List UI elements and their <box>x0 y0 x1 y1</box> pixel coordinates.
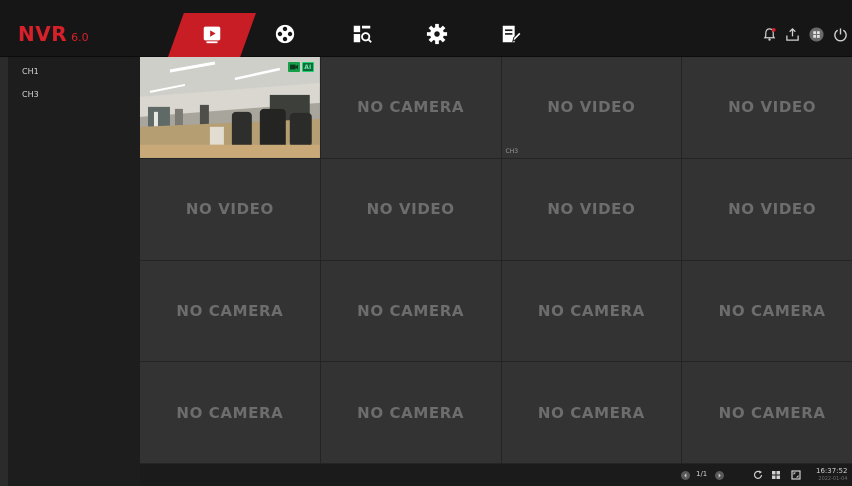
play-icon <box>203 26 221 44</box>
refresh-icon <box>753 470 762 479</box>
video-grid: AI NO CAMERA NO VIDEO CH3 NO VIDEO NO VI… <box>140 57 852 464</box>
video-cell-5[interactable]: NO VIDEO <box>140 158 321 261</box>
cell-status: NO CAMERA <box>176 403 284 422</box>
cell-status: NO VIDEO <box>547 200 636 219</box>
cell-status: NO CAMERA <box>357 98 465 117</box>
tab-settings[interactable] <box>425 22 449 46</box>
tab-live-view[interactable] <box>200 22 224 46</box>
video-cell-2[interactable]: NO CAMERA <box>320 57 502 159</box>
cell-status: NO VIDEO <box>366 200 455 219</box>
chevron-left-icon <box>684 473 687 478</box>
video-cell-live[interactable]: AI <box>140 57 321 159</box>
clock-date: 2022-01-04 <box>818 476 848 482</box>
channel-item-ch3[interactable]: CH3 <box>8 83 140 106</box>
alarm-button[interactable] <box>761 26 777 42</box>
gear-icon <box>426 23 448 45</box>
brand-version: 6.0 <box>71 31 89 44</box>
clock-time: 16:37:52 <box>816 467 848 475</box>
cell-status: NO CAMERA <box>357 301 465 320</box>
search-grid-icon <box>353 25 372 43</box>
backup-button[interactable] <box>784 26 800 42</box>
channel-item-ch1[interactable]: CH1 <box>8 60 140 83</box>
fullscreen-icon <box>790 469 801 480</box>
video-cell-11[interactable]: NO CAMERA <box>501 260 683 363</box>
edit-document-icon <box>502 25 522 43</box>
layout-icon <box>808 26 824 42</box>
video-cell-6[interactable]: NO VIDEO <box>320 158 502 261</box>
bottom-bar: 1/1 16:37:52 2022-01-04 <box>140 464 852 486</box>
cell-status: NO CAMERA <box>718 301 826 320</box>
cell-status: NO CAMERA <box>176 301 284 320</box>
video-cell-15[interactable]: NO CAMERA <box>501 362 683 464</box>
grid-icon <box>771 470 780 479</box>
system-clock: 16:37:52 2022-01-04 <box>816 467 847 483</box>
video-cell-12[interactable]: NO CAMERA <box>682 260 852 363</box>
cell-status: NO VIDEO <box>547 98 636 117</box>
tab-playback[interactable] <box>273 22 297 46</box>
cell-status: NO CAMERA <box>718 403 826 422</box>
chevron-right-icon <box>718 473 721 478</box>
video-cell-14[interactable]: NO CAMERA <box>320 362 502 464</box>
video-cell-4[interactable]: NO VIDEO <box>682 57 852 159</box>
tab-maintenance[interactable] <box>499 22 523 46</box>
sequence-button[interactable] <box>752 469 763 480</box>
fullscreen-button[interactable] <box>790 469 801 480</box>
brand-name: NVR <box>18 22 68 46</box>
video-cell-10[interactable]: NO CAMERA <box>320 260 502 363</box>
cell-status: NO VIDEO <box>728 200 817 219</box>
video-cell-16[interactable]: NO CAMERA <box>682 362 852 464</box>
live-video-feed <box>140 57 320 158</box>
video-cell-13[interactable]: NO CAMERA <box>140 362 321 464</box>
ai-badge: AI <box>301 62 314 72</box>
brand-logo: NVR 6.0 <box>18 22 89 46</box>
video-camera-icon <box>289 64 298 70</box>
cell-channel-label: CH3 <box>505 147 519 155</box>
cell-status: NO VIDEO <box>728 98 817 117</box>
film-reel-icon <box>275 24 295 44</box>
cell-status: NO CAMERA <box>537 403 645 422</box>
video-cell-7[interactable]: NO VIDEO <box>501 158 683 261</box>
video-cell-3[interactable]: NO VIDEO CH3 <box>501 57 683 159</box>
video-cell-8[interactable]: NO VIDEO <box>682 158 852 261</box>
recording-badge <box>287 62 300 72</box>
next-page-button[interactable] <box>715 471 724 480</box>
tab-search[interactable] <box>350 22 374 46</box>
bell-alert-icon <box>763 27 776 41</box>
cell-status: NO CAMERA <box>537 301 645 320</box>
cell-status: NO VIDEO <box>185 200 274 219</box>
nvr-app: NVR 6.0 CH1 CH3 AI NO CAMERA NO VIDEO CH… <box>0 0 852 486</box>
power-button[interactable] <box>832 26 848 42</box>
video-cell-9[interactable]: NO CAMERA <box>140 260 321 363</box>
page-indicator: 1/1 <box>696 470 708 478</box>
channel-list: CH1 CH3 <box>8 57 140 486</box>
prev-page-button[interactable] <box>681 471 690 480</box>
export-icon <box>785 27 799 41</box>
split-screen-button[interactable] <box>770 469 781 480</box>
layout-button[interactable] <box>808 26 824 42</box>
top-bar: NVR 6.0 <box>0 0 852 57</box>
power-icon <box>833 27 847 41</box>
cell-status: NO CAMERA <box>357 403 465 422</box>
